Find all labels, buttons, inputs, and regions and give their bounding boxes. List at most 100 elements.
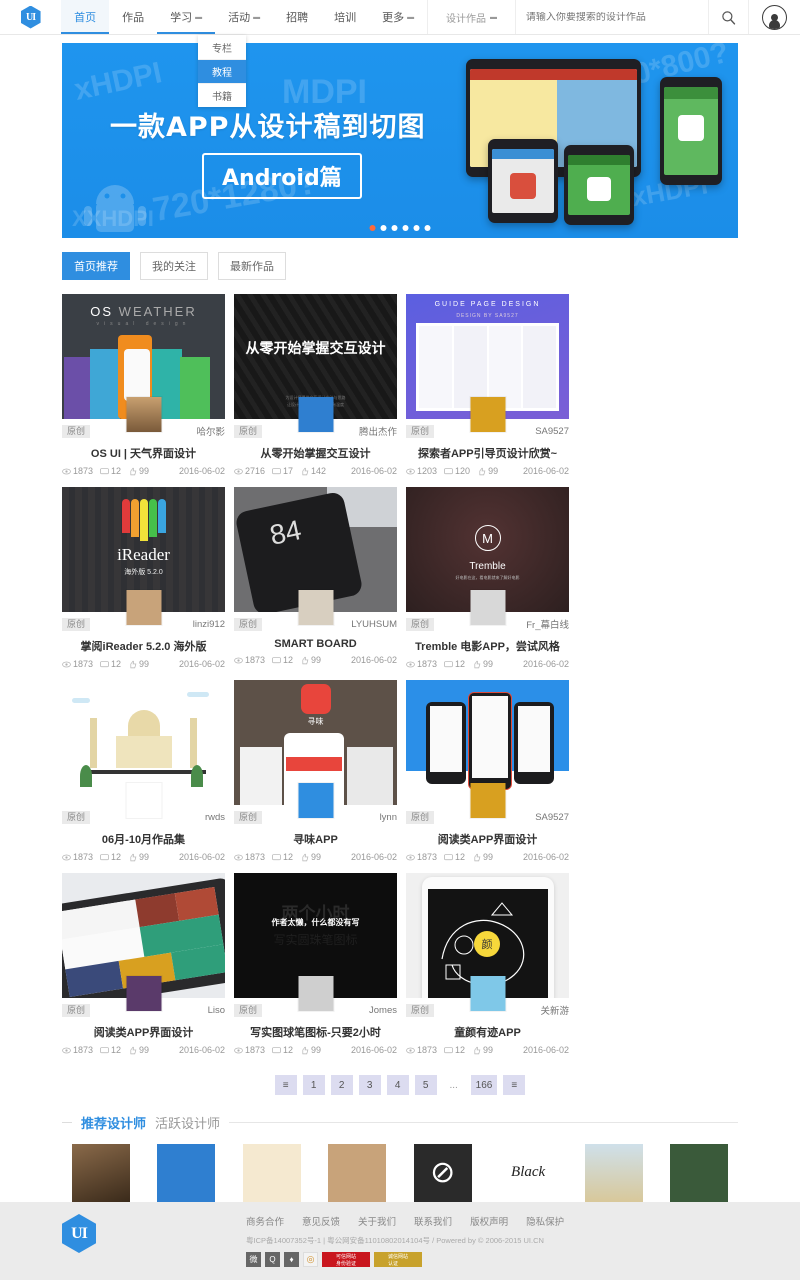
filter-tab-latest[interactable]: 最新作品 — [218, 252, 286, 280]
verified-gold-badge-icon[interactable]: 诚信网站 认证 — [374, 1252, 422, 1267]
work-title[interactable]: SMART BOARD — [234, 634, 397, 655]
author-name[interactable]: SA9527 — [535, 812, 569, 823]
author-name[interactable]: LYUHSUM — [351, 619, 397, 630]
nav-item-works[interactable]: 作品 — [109, 0, 157, 34]
author-avatar[interactable] — [470, 783, 505, 818]
work-title[interactable]: 写实图球笔图标-只要2小时 — [234, 1020, 397, 1045]
work-card[interactable]: 84 原创 LYUHSUM SMART BOARD 1873 12 99 201… — [234, 487, 397, 671]
weibo-badge-icon[interactable]: 微 — [246, 1252, 261, 1267]
work-title[interactable]: 阅读类APP界面设计 — [406, 827, 569, 852]
designer-avatar[interactable] — [328, 1144, 387, 1202]
designer-avatar[interactable] — [72, 1144, 130, 1202]
footer-link[interactable]: 隐私保护 — [526, 1214, 564, 1228]
dropdown-item-books[interactable]: 书籍 — [198, 83, 246, 107]
verified-red-badge-icon[interactable]: 可信网站 身份验证 — [322, 1252, 370, 1267]
author-avatar[interactable] — [470, 590, 505, 625]
author-name[interactable]: Jomes — [369, 1005, 397, 1016]
banner-dot[interactable] — [391, 225, 398, 231]
work-card[interactable]: 原创 rwds 06月-10月作品集 1873 12 99 2016-06-02 — [62, 680, 225, 864]
banner-dot[interactable] — [424, 225, 431, 231]
filter-tab-following[interactable]: 我的关注 — [140, 252, 208, 280]
search-input[interactable] — [525, 11, 709, 23]
work-card[interactable]: 从零开始掌握交互设计 为设计师提供交互设计方法与思路让设计更有价值 让产品更有温… — [234, 294, 397, 478]
author-avatar[interactable] — [126, 590, 161, 625]
tab-recommended-designers[interactable]: 推荐设计师 — [81, 1113, 146, 1132]
work-title[interactable]: OS UI | 天气界面设计 — [62, 441, 225, 466]
qq-badge-icon[interactable]: Q — [265, 1252, 280, 1267]
designer-avatar[interactable] — [157, 1144, 216, 1202]
author-avatar[interactable] — [298, 783, 333, 818]
work-title[interactable]: 掌阅iReader 5.2.0 海外版 — [62, 634, 225, 659]
pagination-page-5[interactable]: 5 — [414, 1075, 437, 1095]
work-card[interactable]: OS WEATHER visual design 原创 哈尔影 OS UI | … — [62, 294, 225, 478]
footer-logo[interactable]: UI — [62, 1214, 106, 1264]
author-avatar[interactable] — [298, 397, 333, 432]
banner-dot[interactable] — [413, 225, 420, 231]
pagination-next[interactable]: ≡ — [503, 1075, 526, 1095]
work-card[interactable]: 原创 SA9527 阅读类APP界面设计 1873 12 99 2016-06-… — [406, 680, 569, 864]
designer-avatar[interactable] — [584, 1144, 643, 1202]
author-name[interactable]: lynn — [380, 812, 397, 823]
wechat-badge-icon[interactable]: ♦ — [284, 1252, 299, 1267]
nav-item-activity[interactable]: 活动 ▬ — [215, 0, 273, 34]
work-title[interactable]: 探索者APP引导页设计欣赏~ — [406, 441, 569, 466]
author-name[interactable]: SA9527 — [535, 426, 569, 437]
designer-avatar[interactable] — [669, 1144, 728, 1202]
author-name[interactable]: Fr_幕白线 — [526, 617, 569, 631]
pagination-page-1[interactable]: 1 — [302, 1075, 325, 1095]
work-card[interactable]: 寻味 原创 lynn 寻味APP 1873 12 99 2016-06-02 — [234, 680, 397, 864]
banner-slide[interactable]: xHDPI MDPI 480*800? 720*1280? xxHDPI XXH… — [62, 43, 738, 238]
filter-tab-recommended[interactable]: 首页推荐 — [62, 252, 130, 280]
designer-avatar[interactable] — [242, 1144, 301, 1202]
work-title[interactable]: 寻味APP — [234, 827, 397, 852]
author-name[interactable]: 哈尔影 — [196, 424, 225, 438]
nav-item-jobs[interactable]: 招聘 — [273, 0, 321, 34]
tab-active-designers[interactable]: 活跃设计师 — [155, 1113, 220, 1132]
work-card[interactable]: 两个小时 作者太懒，什么都没有写 写实圆珠笔图标 原创 Jomes 写实图球笔图… — [234, 873, 397, 1057]
footer-link[interactable]: 版权声明 — [470, 1214, 508, 1228]
trust-badge-icon[interactable]: ◎ — [303, 1252, 318, 1267]
user-avatar-button[interactable] — [749, 0, 800, 34]
banner-dots[interactable] — [369, 225, 431, 231]
work-card[interactable]: 原创 Liso 阅读类APP界面设计 1873 12 99 2016-06-02 — [62, 873, 225, 1057]
work-title[interactable]: 06月-10月作品集 — [62, 827, 225, 852]
search-scope-select[interactable]: 设计作品 ▬ — [427, 0, 516, 34]
footer-link[interactable]: 意见反馈 — [302, 1214, 340, 1228]
work-title[interactable]: 阅读类APP界面设计 — [62, 1020, 225, 1045]
nav-item-home[interactable]: 首页 — [61, 0, 110, 34]
work-card[interactable]: iReader 海外版 5.2.0 原创 linzi912 掌阅iReader … — [62, 487, 225, 671]
footer-link[interactable]: 关于我们 — [358, 1214, 396, 1228]
pagination-page-3[interactable]: 3 — [358, 1075, 381, 1095]
nav-item-training[interactable]: 培训 — [321, 0, 369, 34]
work-title[interactable]: 从零开始掌握交互设计 — [234, 441, 397, 466]
author-avatar[interactable] — [470, 397, 505, 432]
dropdown-item-column[interactable]: 专栏 — [198, 35, 246, 59]
author-name[interactable]: Liso — [208, 1005, 225, 1016]
author-name[interactable]: linzi912 — [193, 619, 225, 630]
site-logo[interactable]: UI — [0, 0, 61, 34]
pagination-last-page[interactable]: 166 — [470, 1075, 498, 1095]
author-avatar[interactable] — [126, 397, 161, 432]
nav-item-learn[interactable]: 学习 ▬ — [157, 0, 216, 34]
search-button[interactable] — [709, 0, 749, 34]
author-avatar[interactable] — [298, 590, 333, 625]
work-title[interactable]: Tremble 电影APP，尝试风格 — [406, 634, 569, 659]
footer-link[interactable]: 联系我们 — [414, 1214, 452, 1228]
pagination-page-2[interactable]: 2 — [330, 1075, 353, 1095]
author-name[interactable]: 腾出杰作 — [359, 424, 397, 438]
work-card[interactable]: M Tremble 好电影在这，看电影就来了解好电影 原创 Fr_幕白线 Tre… — [406, 487, 569, 671]
search-box[interactable] — [516, 0, 710, 34]
author-name[interactable]: rwds — [205, 812, 225, 823]
nav-item-more[interactable]: 更多 ▬ — [369, 0, 427, 34]
author-name[interactable]: 关新游 — [540, 1003, 569, 1017]
designer-avatar[interactable]: Black — [499, 1144, 558, 1202]
dropdown-item-tutorial[interactable]: 教程 — [198, 59, 246, 83]
banner-dot[interactable] — [402, 225, 409, 231]
banner-carousel[interactable]: xHDPI MDPI 480*800? 720*1280? xxHDPI XXH… — [0, 35, 800, 238]
pagination-page-4[interactable]: 4 — [386, 1075, 409, 1095]
work-card[interactable]: 颜 原创 关新游 童颜有迹APP 1873 12 99 2016-06-02 — [406, 873, 569, 1057]
designer-avatar[interactable]: ⊘ — [413, 1144, 472, 1202]
author-avatar[interactable] — [126, 976, 161, 1011]
work-card[interactable]: GUIDE PAGE DESIGN DESIGN BY SA9527 原创 SA… — [406, 294, 569, 478]
banner-dot[interactable] — [380, 225, 387, 231]
